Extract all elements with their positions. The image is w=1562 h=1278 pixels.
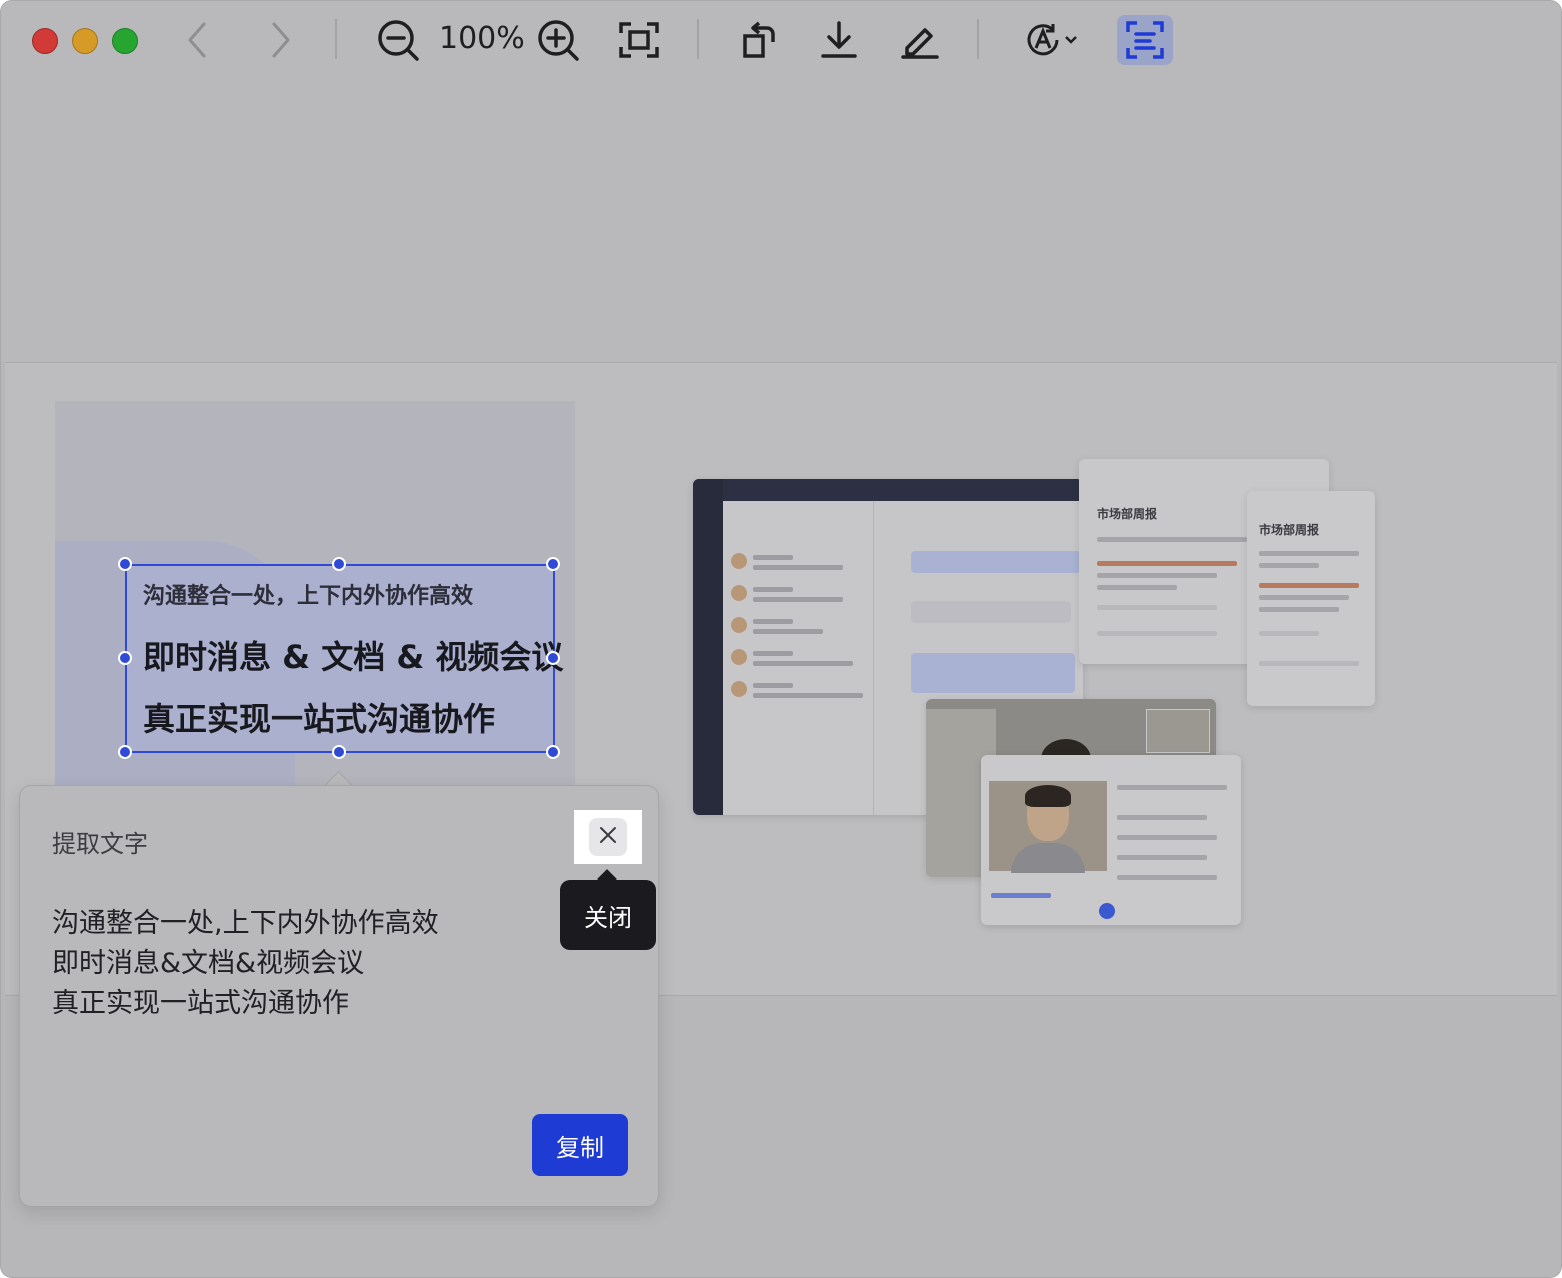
download-button[interactable] (815, 15, 863, 65)
edit-icon (899, 20, 939, 60)
mock-message (911, 601, 1071, 623)
mock-message (911, 653, 1075, 693)
text-selection-box[interactable]: 沟通整合一处，上下内外协作高效 即时消息 & 文档 & 视频会议 真正实现一站式… (125, 564, 563, 753)
mock-doc-title: 市场部周报 (1097, 507, 1158, 521)
minimize-window-button[interactable] (72, 28, 98, 54)
text-recognition-icon (1023, 20, 1063, 60)
list-item (731, 679, 866, 701)
back-icon (186, 22, 208, 58)
resize-handle[interactable] (546, 557, 560, 571)
list-item (731, 647, 866, 669)
close-button-highlight (574, 810, 642, 864)
mock-sidebar (693, 479, 723, 815)
download-icon (819, 20, 859, 60)
toolbar-divider (977, 19, 979, 59)
selected-text-line: 即时消息 & 文档 & 视频会议 (143, 638, 564, 676)
back-button[interactable] (179, 15, 215, 65)
mock-title-bar (693, 479, 1083, 501)
toolbar-divider (335, 19, 337, 59)
selected-text-line: 沟通整合一处，上下内外协作高效 (143, 584, 474, 609)
extract-text-button[interactable] (1117, 15, 1173, 65)
mock-video-thumbnail (1146, 709, 1210, 753)
resize-handle[interactable] (118, 557, 132, 571)
extracted-text[interactable]: 沟通整合一处,上下内外协作高效 即时消息&文档&视频会议 真正实现一站式沟通协作 (52, 904, 439, 1024)
canvas-background (1, 79, 1561, 362)
resize-handle[interactable] (546, 745, 560, 759)
maximize-window-button[interactable] (112, 28, 138, 54)
fit-screen-button[interactable] (615, 15, 663, 65)
toolbar-divider (697, 19, 699, 59)
mock-meeting-window (981, 755, 1241, 925)
list-item (731, 551, 866, 573)
resize-handle[interactable] (118, 745, 132, 759)
zoom-out-button[interactable] (373, 15, 423, 65)
selected-text-line: 真正实现一站式沟通协作 (143, 700, 496, 738)
forward-icon (270, 22, 292, 58)
rotate-button[interactable] (735, 15, 783, 65)
mock-doc-title: 市场部周报 (1259, 523, 1320, 537)
zoom-in-button[interactable] (533, 15, 583, 65)
zoom-level[interactable]: 100% (439, 21, 525, 56)
extract-text-icon (1125, 20, 1165, 60)
list-item (731, 615, 866, 637)
popover-title: 提取文字 (52, 830, 148, 858)
fit-screen-icon (619, 22, 659, 58)
image-viewer-window: 100% 市场部周报 市场部周报 沟通整合一处，上下内外协作高效 即时消息 & … (0, 0, 1562, 1278)
text-recognition-button[interactable] (1015, 15, 1087, 65)
zoom-out-icon (376, 18, 420, 62)
mock-meeting-video (989, 781, 1107, 873)
rotate-icon (739, 20, 779, 60)
tooltip-label: 关闭 (584, 903, 632, 932)
mock-chat-list (723, 501, 874, 815)
resize-handle[interactable] (332, 745, 346, 759)
resize-handle[interactable] (546, 651, 560, 665)
close-button[interactable] (589, 818, 627, 856)
mock-message (911, 551, 1081, 573)
forward-button[interactable] (263, 15, 299, 65)
list-item (731, 583, 866, 605)
edit-button[interactable] (895, 15, 943, 65)
resize-handle[interactable] (332, 557, 346, 571)
copy-button[interactable]: 复制 (532, 1114, 628, 1176)
chevron-down-icon (1063, 34, 1079, 46)
extract-text-popover: 提取文字 沟通整合一处,上下内外协作高效 即时消息&文档&视频会议 真正实现一站… (19, 785, 659, 1207)
mock-doc-window: 市场部周报 (1247, 491, 1375, 706)
close-icon (598, 825, 618, 849)
zoom-in-icon (536, 18, 580, 62)
toolbar: 100% (1, 1, 1561, 79)
close-tooltip: 关闭 (560, 880, 656, 950)
resize-handle[interactable] (118, 651, 132, 665)
close-window-button[interactable] (32, 28, 58, 54)
